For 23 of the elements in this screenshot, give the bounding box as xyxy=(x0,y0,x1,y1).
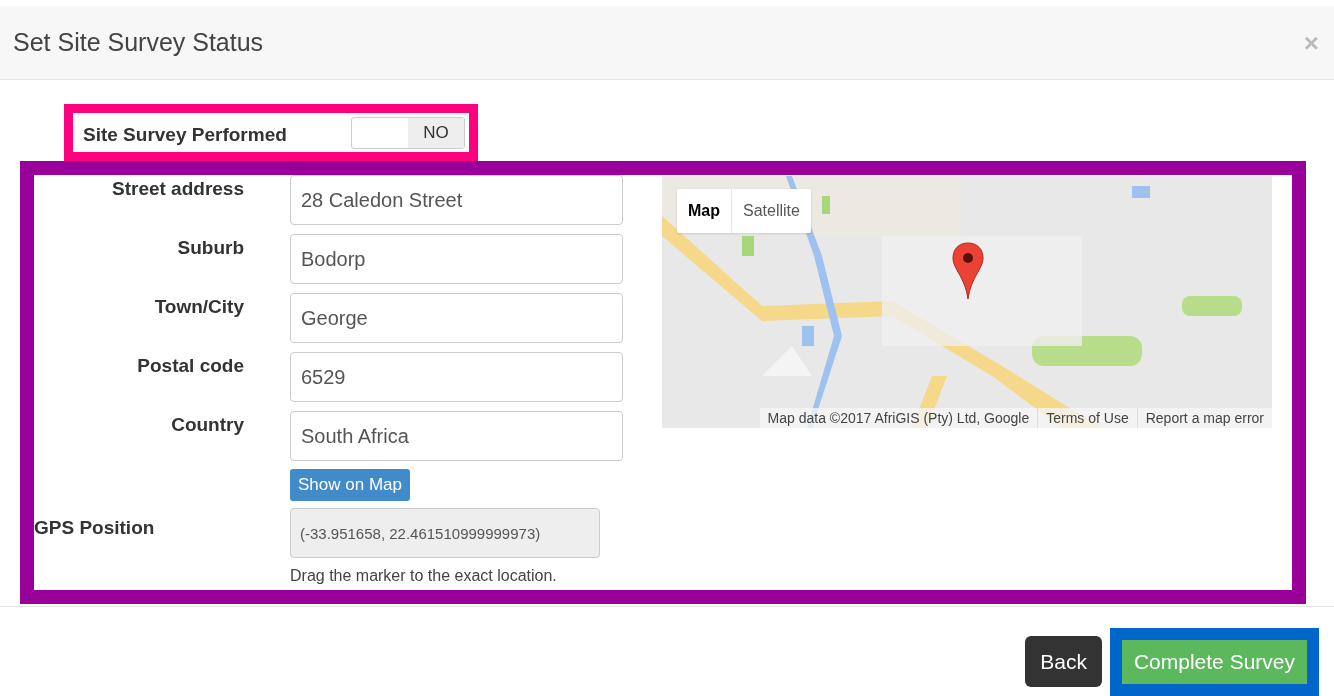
attribution-link[interactable]: Report a map error xyxy=(1136,407,1272,428)
attribution-link[interactable]: Map data ©2017 AfriGIS (Pty) Ltd, Google xyxy=(759,407,1038,428)
field-label: Suburb xyxy=(176,236,244,260)
map-marker-icon xyxy=(951,241,985,299)
text-field[interactable]: South Africa xyxy=(290,411,623,461)
attribution-link[interactable]: Terms of Use xyxy=(1037,407,1137,428)
field-label: Site Survey Performed xyxy=(83,123,287,148)
text-field[interactable]: 28 Caledon Street xyxy=(290,175,623,225)
field-label: Postal code xyxy=(136,354,244,378)
field-label: Country xyxy=(170,413,244,437)
field-label: GPS Position xyxy=(34,516,156,540)
text-field[interactable]: 6529 xyxy=(290,352,623,402)
field-label: Town/City xyxy=(153,295,244,319)
text-field[interactable]: George xyxy=(290,293,623,343)
toggle-switch[interactable]: NO xyxy=(351,116,465,149)
show-on-map-button[interactable]: Show on Map xyxy=(290,469,410,501)
back-button[interactable]: Back xyxy=(1025,636,1102,687)
field-label: Street address xyxy=(111,177,244,201)
dialog-title: Set Site Survey Status xyxy=(13,26,264,58)
map-type-tab[interactable]: Map xyxy=(677,189,731,233)
map-type-tab[interactable]: Satellite xyxy=(731,189,811,233)
help-text: Drag the marker to the exact location. xyxy=(290,566,558,586)
text-field[interactable]: Bodorp xyxy=(290,234,623,284)
